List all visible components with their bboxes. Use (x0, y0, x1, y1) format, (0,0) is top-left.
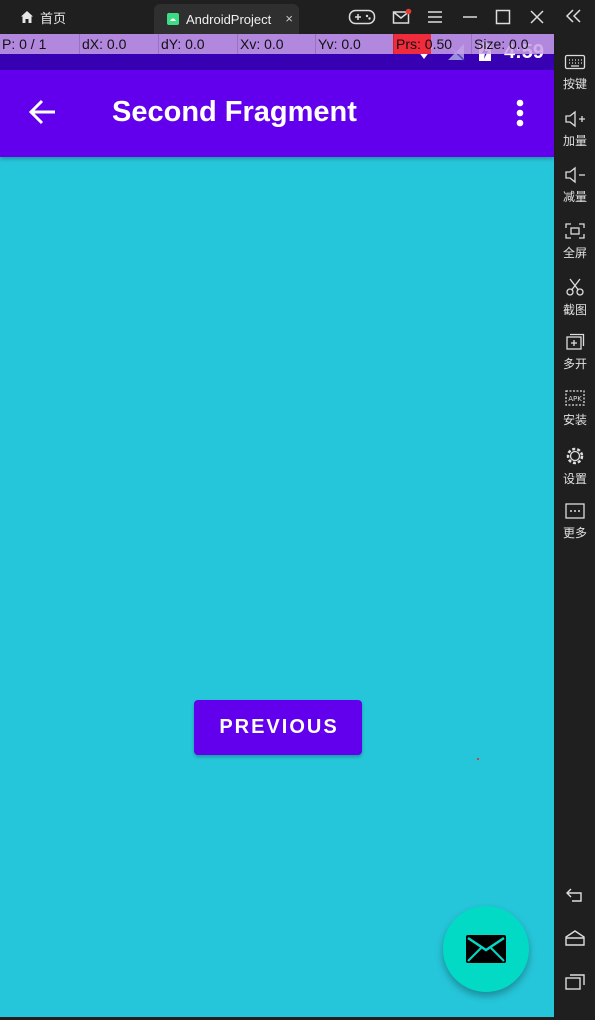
install-apk-button[interactable]: APK 安装 (555, 389, 595, 428)
fullscreen-icon (565, 223, 585, 239)
more-icon (565, 503, 585, 519)
pointer-size: Size: 0.0 (471, 34, 554, 54)
multi-instance-label: 多开 (562, 357, 587, 371)
more-label: 更多 (562, 526, 587, 540)
screenshot-icon (566, 278, 584, 296)
multi-instance-button[interactable]: 多开 (555, 333, 595, 372)
recent-apps-nav-icon[interactable] (564, 973, 586, 991)
more-button[interactable]: 更多 (555, 502, 595, 541)
screenshot-button[interactable]: 截图 (555, 277, 595, 318)
home-tab-label: 首页 (40, 10, 67, 26)
home-tab[interactable]: 首页 (20, 0, 66, 34)
pointer-pressure: Prs: 0.50 (393, 34, 452, 54)
fullscreen-button[interactable]: 全屏 (555, 222, 595, 261)
fullscreen-label: 全屏 (562, 246, 587, 260)
settings-icon (566, 447, 584, 465)
overflow-menu-icon[interactable] (511, 98, 529, 128)
collapse-panel-icon[interactable] (565, 8, 583, 24)
pointer-location-overlay: P: 0 / 1 dX: 0.0 dY: 0.0 Xv: 0.0 Yv: 0.0… (0, 34, 554, 54)
minimize-icon (463, 16, 477, 18)
keyboard-label: 按键 (562, 77, 587, 91)
keyboard-icon (564, 54, 586, 70)
home-nav-icon[interactable] (564, 929, 586, 947)
volume-down-label: 减量 (562, 190, 587, 204)
multi-instance-icon (566, 333, 585, 350)
page-title: Second Fragment (112, 96, 357, 128)
maximize-button[interactable] (495, 0, 511, 34)
gamepad-icon (348, 9, 376, 25)
svg-text:APK: APK (568, 395, 582, 403)
android-app-icon (167, 13, 179, 25)
pointer-count: P: 0 / 1 (2, 36, 47, 52)
mail-icon (392, 8, 412, 24)
email-fab[interactable] (443, 906, 529, 992)
previous-button[interactable]: PREVIOUS (194, 700, 362, 755)
close-icon (530, 10, 544, 24)
volume-down-icon (565, 166, 585, 184)
app-tab[interactable]: AndroidProject × (154, 4, 299, 34)
app-bar: Second Fragment (0, 70, 554, 157)
menu-button[interactable] (427, 0, 443, 34)
email-icon (466, 935, 506, 963)
volume-up-button[interactable]: 加量 (555, 110, 595, 149)
back-nav-icon[interactable] (564, 886, 586, 904)
volume-up-label: 加量 (562, 134, 587, 148)
window-title-bar: 首页 AndroidProject × (0, 0, 595, 34)
install-label: 安装 (562, 413, 587, 427)
app-tab-label: AndroidProject (186, 11, 272, 27)
tab-close-icon[interactable]: × (285, 11, 293, 26)
pointer-yv: Yv: 0.0 (315, 34, 393, 54)
emulator-side-toolbar: 按键 加量 减量 全屏 截图 多开 APK 安装 设置 更多 (555, 0, 595, 1020)
keyboard-button[interactable]: 按键 (555, 53, 595, 92)
pointer-dx: dX: 0.0 (79, 34, 158, 54)
pointer-dy: dY: 0.0 (158, 34, 237, 54)
back-arrow-icon[interactable] (28, 97, 58, 127)
home-icon (21, 11, 33, 23)
mail-button[interactable] (392, 0, 412, 34)
maximize-icon (495, 9, 511, 25)
gamepad-button[interactable] (348, 0, 376, 34)
settings-label: 设置 (562, 472, 587, 486)
android-screen: 4:59 P: 0 / 1 dX: 0.0 dY: 0.0 Xv: 0.0 Yv… (0, 34, 554, 1017)
volume-up-icon (565, 110, 585, 128)
settings-button[interactable]: 设置 (555, 446, 595, 487)
menu-icon (428, 11, 442, 23)
pointer-xv: Xv: 0.0 (237, 34, 315, 54)
apk-install-icon: APK (565, 390, 585, 406)
touch-point-marker (477, 758, 479, 760)
volume-down-button[interactable]: 减量 (555, 166, 595, 205)
minimize-button[interactable] (462, 0, 478, 34)
close-window-button[interactable] (529, 0, 545, 34)
screenshot-label: 截图 (562, 303, 587, 317)
